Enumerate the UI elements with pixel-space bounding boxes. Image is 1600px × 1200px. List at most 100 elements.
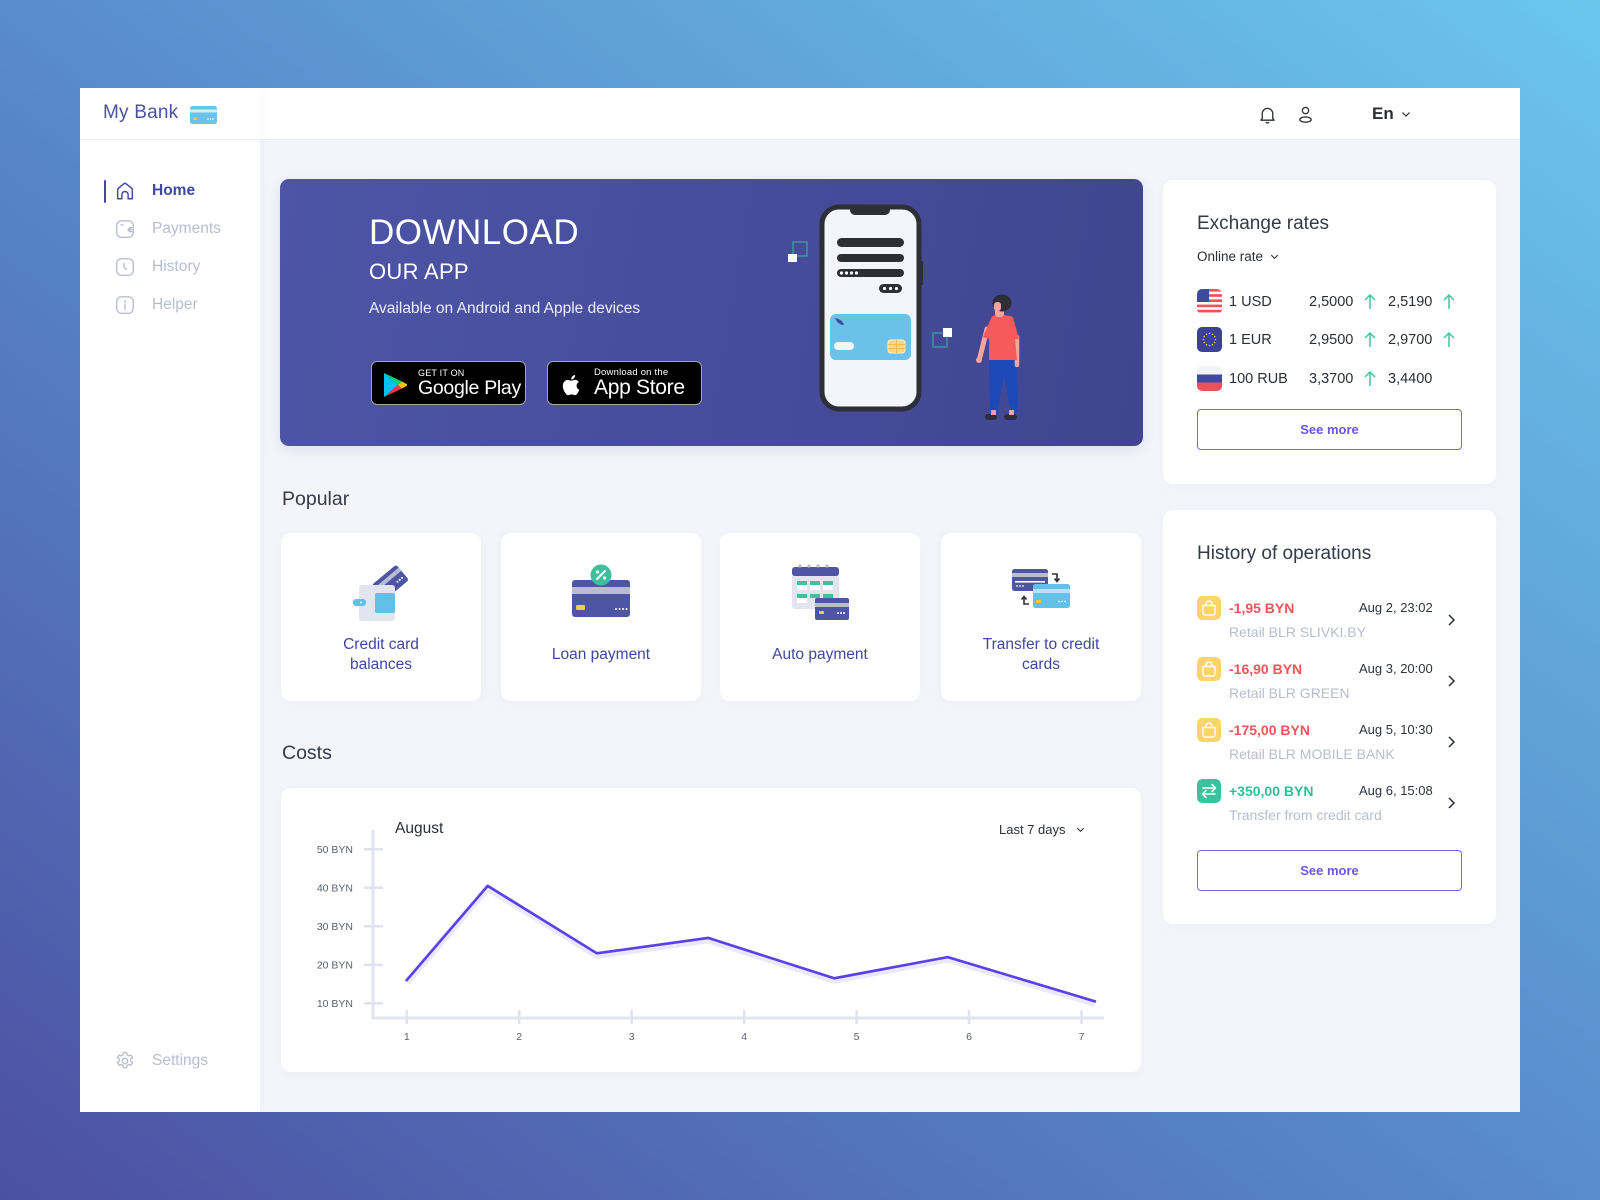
sidebar-item-home[interactable]: Home	[80, 176, 260, 206]
home-icon	[116, 182, 134, 200]
google-play-bottom-text: Google Play	[418, 377, 521, 399]
period-select-value: Last 7 days	[999, 822, 1066, 837]
chevron-right-icon[interactable]	[1443, 734, 1459, 750]
gear-icon	[116, 1051, 134, 1069]
sidebar-item-history[interactable]: History	[80, 252, 260, 282]
history-title: History of operations	[1197, 543, 1372, 564]
y-tick-label: 10 BYN	[317, 998, 353, 1010]
operation-description: Retail BLR GREEN	[1229, 685, 1350, 701]
exchange-row: 1 USD 2,5000 2,5190	[1197, 289, 1472, 315]
operation-amount: +350,00 BYN	[1229, 783, 1314, 799]
x-tick-label: 2	[516, 1031, 522, 1043]
costs-title: Costs	[282, 742, 332, 764]
label-line: Transfer to credit	[982, 636, 1100, 653]
chevron-down-icon	[1401, 112, 1410, 117]
credit-card-icon	[190, 106, 217, 124]
operation-description: Retail BLR SLIVKI.BY	[1229, 624, 1366, 640]
label-line: Loan payment	[551, 646, 651, 663]
x-tick-label: 4	[741, 1031, 747, 1043]
exchange-rates-card: Exchange rates Online rate 1 USD 2,5000 …	[1163, 180, 1496, 484]
shopping-bag-icon	[1197, 718, 1221, 742]
buy-rate: 3,3700	[1309, 371, 1354, 387]
sidebar-item-helper[interactable]: Helper	[80, 290, 260, 320]
sell-rate: 2,5190	[1388, 294, 1433, 310]
rate-type-select[interactable]: Online rate	[1197, 249, 1280, 264]
sidebar-item-label: Helper	[152, 296, 198, 313]
operation-item[interactable]: -1,95 BYN Aug 2, 23:02 Retail BLR SLIVKI…	[1197, 596, 1467, 646]
x-tick-label: 6	[966, 1031, 972, 1043]
label-line: Credit card	[343, 636, 419, 653]
active-indicator	[104, 180, 106, 203]
sidebar-item-settings[interactable]: Settings	[80, 1046, 260, 1076]
series-line-shadow	[404, 884, 1097, 1007]
loan-card-icon	[572, 564, 630, 617]
history-see-more-button[interactable]: See more	[1197, 850, 1462, 891]
x-tick-label: 7	[1079, 1031, 1085, 1043]
sidebar-item-label: Home	[152, 182, 196, 199]
top-header: En	[260, 88, 1520, 140]
decor-square-right	[932, 328, 952, 348]
sidebar-item-label: History	[152, 258, 201, 275]
phone-icon	[819, 204, 923, 412]
exchange-row: 100 RUB 3,3700 3,4400	[1197, 366, 1472, 392]
user-icon[interactable]	[1295, 104, 1316, 125]
arrow-up-icon	[1364, 370, 1376, 386]
app-store-bottom-text: App Store	[594, 376, 685, 399]
exchange-row: 1 EUR 2,9500 2,9700	[1197, 327, 1472, 353]
popular-item-transfer-to-credit-cards[interactable]: Transfer to credit cards	[941, 533, 1141, 701]
x-tick-label: 1	[404, 1031, 410, 1043]
currency-label: 100 RUB	[1229, 371, 1288, 387]
chevron-right-icon[interactable]	[1443, 673, 1459, 689]
exchange-rates-title: Exchange rates	[1197, 213, 1330, 234]
x-tick-label: 5	[854, 1031, 860, 1043]
shopping-bag-icon	[1197, 596, 1221, 620]
exchange-see-more-button[interactable]: See more	[1197, 409, 1462, 450]
y-tick-label: 30 BYN	[317, 921, 353, 933]
language-select[interactable]: En	[1372, 103, 1412, 125]
operation-date: Aug 3, 20:00	[1359, 661, 1433, 676]
operation-date: Aug 2, 23:02	[1359, 600, 1433, 615]
us-flag-icon	[1197, 289, 1222, 314]
chevron-right-icon[interactable]	[1443, 795, 1459, 811]
card-transfer-icon	[1012, 569, 1070, 608]
calendar-card-icon	[792, 564, 849, 620]
google-play-button[interactable]: GET IT ON Google Play	[371, 361, 526, 405]
arrow-up-icon	[1364, 293, 1376, 309]
buy-rate: 2,5000	[1309, 294, 1354, 310]
popular-title: Popular	[282, 488, 350, 510]
sidebar-item-label: Payments	[152, 220, 221, 237]
period-select[interactable]: Last 7 days	[999, 822, 1086, 837]
label-line: Auto payment	[772, 646, 868, 663]
clock-icon	[116, 258, 134, 276]
popular-item-label: Loan payment	[511, 633, 691, 677]
decor-square-left	[788, 241, 808, 262]
apple-icon	[562, 375, 580, 396]
operation-amount: -16,90 BYN	[1229, 661, 1303, 677]
eu-flag-icon	[1197, 327, 1222, 352]
wallet-icon	[116, 220, 134, 238]
wallet-card-icon	[353, 565, 408, 621]
buy-rate: 2,9500	[1309, 332, 1354, 348]
operation-item[interactable]: -175,00 BYN Aug 5, 10:30 Retail BLR MOBI…	[1197, 718, 1467, 768]
chevron-down-icon	[1270, 254, 1279, 260]
app-store-button[interactable]: Download on the App Store	[547, 361, 702, 405]
popular-item-auto-payment[interactable]: Auto payment	[720, 533, 920, 701]
operation-description: Transfer from credit card	[1229, 807, 1382, 823]
operation-item[interactable]: +350,00 BYN Aug 6, 15:08 Transfer from c…	[1197, 779, 1467, 829]
banner-description: Available on Android and Apple devices	[369, 300, 641, 317]
bell-icon[interactable]	[1257, 104, 1278, 125]
x-tick-label: 3	[629, 1031, 635, 1043]
popular-item-loan-payment[interactable]: Loan payment	[501, 533, 701, 701]
logo[interactable]: My Bank	[80, 88, 260, 140]
arrow-up-icon	[1443, 293, 1455, 309]
operation-item[interactable]: -16,90 BYN Aug 3, 20:00 Retail BLR GREEN	[1197, 657, 1467, 707]
sidebar-item-payments[interactable]: Payments	[80, 214, 260, 244]
person-illustration	[976, 294, 1020, 420]
operation-date: Aug 6, 15:08	[1359, 783, 1433, 798]
chevron-right-icon[interactable]	[1443, 612, 1459, 628]
google-play-icon	[384, 373, 407, 397]
info-icon	[116, 296, 134, 314]
label-line: cards	[1022, 656, 1060, 673]
popular-item-credit-card-balances[interactable]: Credit card balances	[281, 533, 481, 701]
currency-label: 1 EUR	[1229, 332, 1272, 348]
